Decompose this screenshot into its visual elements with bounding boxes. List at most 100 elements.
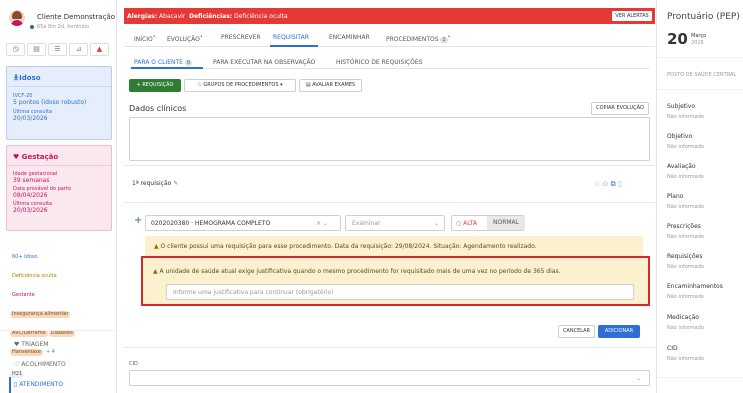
alergias-label: Alergias: <box>127 13 158 20</box>
gender-icon <box>30 25 34 29</box>
sec-medicacao-label: Medicação <box>667 314 699 321</box>
clock-icon[interactable]: ◷ <box>6 43 25 56</box>
tab-prescrever[interactable]: PRESCREVER <box>221 34 261 41</box>
dados-clinicos-title: Dados clínicos <box>129 104 187 113</box>
tag-h21: H21 <box>10 371 25 378</box>
idoso-title: Idoso <box>19 74 41 82</box>
tab-procedimentos[interactable]: PROCEDIMENTOS 1 • <box>386 34 451 44</box>
left-panel: Cliente Demonstração 65a 8m 2d, feminino… <box>0 0 117 393</box>
heart-icon: ♥ <box>13 153 22 161</box>
tags-more[interactable]: + 4 <box>44 349 57 356</box>
copiar-evolucao-button[interactable]: COPIAR EVOLUÇÃO <box>591 102 649 115</box>
clear-icon[interactable]: × ⌄ <box>316 220 328 227</box>
sec-encaminhamentos-value: Não informado <box>667 294 704 300</box>
sec-cid-value: Não informado <box>667 356 704 362</box>
tag-gestante: Gestante <box>12 292 35 298</box>
cliente-count-badge: 0 <box>184 60 193 66</box>
sec-subjetivo-label: Subjetivo <box>667 103 696 110</box>
idoso-card: 🯅Idoso IVCF-20 5 pontos (idoso robusto) … <box>6 66 112 140</box>
date-day: 20 <box>667 30 688 48</box>
tab-inicio[interactable]: INÍCIO• <box>134 34 156 43</box>
avaliar-exames-button[interactable]: ▤ AVALIAR EXAMES <box>299 79 362 92</box>
sec-encaminhamentos-label: Encaminhamentos <box>667 283 723 290</box>
posto-name: POSTO DE SAÚDE CENTRAL <box>667 72 737 78</box>
chart-icon[interactable]: ⊿ <box>69 43 88 56</box>
document-icon[interactable]: ▤ <box>27 43 46 56</box>
sec-subjetivo-value: Não informado <box>667 114 704 120</box>
sec-plano-label: Plano <box>667 193 684 200</box>
trash-icon[interactable]: ▯ <box>618 180 622 188</box>
deficiencias-label: Deficiências: <box>189 13 233 20</box>
cancelar-button[interactable]: CANCELAR <box>558 325 595 338</box>
justificativa-input[interactable]: Informe uma justificativa para continuar… <box>166 284 634 300</box>
req-title: 1ª requisição ✎ <box>132 180 179 187</box>
main-tabs: INÍCIO• EVOLUÇÃO• PRESCREVER REQUISITAR … <box>124 28 655 47</box>
alert-text: Alergias: Abacavir Deficiências: Deficiê… <box>127 13 288 20</box>
gestacao-card: ♥ Gestação Idade gestacional 39 semanas … <box>6 145 112 231</box>
tag-avc: AVC/Derrame <box>10 330 48 337</box>
priority-toggle: ○ ALTA NORMAL <box>451 215 525 231</box>
add-procedure-icon[interactable]: + <box>134 216 142 226</box>
tab-requisitar[interactable]: REQUISITAR <box>273 34 309 41</box>
tag-idoso: 60+ Idoso <box>12 254 38 260</box>
proc-count-badge: 1 <box>440 37 448 43</box>
tab-para-o-cliente[interactable]: PARA O CLIENTE 0 <box>134 59 193 67</box>
nav-atendimento[interactable]: ▯ ATENDIMENTO <box>14 381 63 388</box>
list-icon[interactable]: ☰ <box>48 43 67 56</box>
examinar-select[interactable]: Examinar ⌄ <box>345 215 445 231</box>
sec-requisicoes-label: Requisições <box>667 253 703 260</box>
tag-hanseniase: Hanseníase <box>10 349 43 356</box>
adicionar-button[interactable]: ADICIONAR <box>598 325 640 338</box>
nav-acolhimento[interactable]: ♡ ACOLHIMENTO <box>14 361 66 368</box>
gestacao-title: Gestação <box>21 153 59 161</box>
dados-clinicos-textarea[interactable] <box>129 117 650 161</box>
patient-toolbar: ◷ ▤ ☰ ⊿ ▲ <box>6 43 112 57</box>
sec-objetivo-value: Não informado <box>667 144 704 150</box>
tab-evolucao[interactable]: EVOLUÇÃO• <box>167 34 203 43</box>
edit-icon[interactable]: ✎ <box>173 180 178 187</box>
date-year: 2026 <box>691 40 704 46</box>
date-month: Março <box>691 33 707 39</box>
ig-value: 39 semanas <box>13 177 50 184</box>
alta-option[interactable]: ○ ALTA <box>456 220 477 227</box>
procedure-select[interactable]: 0202020380 · HEMOGRAMA COMPLETO × ⌄ <box>145 215 341 231</box>
tab-historico[interactable]: HISTÓRICO DE REQUISIÇÕES <box>336 59 423 66</box>
grupos-procedimentos-button[interactable]: ☆ GRUPOS DE PROCEDIMENTOS ▾ <box>184 79 296 92</box>
examinar-placeholder: Examinar <box>352 220 381 227</box>
sec-requisicoes-value: Não informado <box>667 264 704 270</box>
procedure-value: 0202020380 · HEMOGRAMA COMPLETO <box>151 220 271 227</box>
tag-diabetes: Diabetes <box>48 330 75 337</box>
deficiencias-value: Deficiência oculta <box>234 13 288 20</box>
tab-para-executar[interactable]: PARA EXECUTAR NA OBSERVAÇÃO <box>213 59 315 66</box>
copy-icon[interactable]: ⊙ <box>603 180 609 188</box>
alert-icon[interactable]: ▲ <box>90 43 109 56</box>
sec-plano-value: Não informado <box>667 204 704 210</box>
idoso-title-row: 🯅Idoso <box>13 74 41 82</box>
chevron-down-icon: ⌄ <box>434 220 440 227</box>
idoso-last-value: 20/03/2026 <box>13 115 48 122</box>
add-requisicao-button[interactable]: + REQUISIÇÃO <box>129 79 181 92</box>
share-icon[interactable]: ⧉ <box>611 180 616 188</box>
alert-bar: Alergias: Abacavir Deficiências: Deficiê… <box>124 8 655 24</box>
sec-avaliacao-label: Avaliação <box>667 163 696 170</box>
avatar <box>9 10 25 26</box>
tab-encaminhar[interactable]: ENCAMINHAR <box>329 34 370 41</box>
sec-medicacao-value: Não informado <box>667 325 704 331</box>
ver-alertas-button[interactable]: VER ALERTAS <box>612 11 652 21</box>
sec-objetivo-label: Objetivo <box>667 133 693 140</box>
nav-triagem[interactable]: ♥ TRIAGEM <box>14 341 49 348</box>
justification-box: ▲ A unidade de saúde atual exige justifi… <box>141 256 650 306</box>
patient-name: Cliente Demonstração <box>37 13 116 21</box>
gestacao-title-row: ♥ Gestação <box>13 153 58 161</box>
warning-2: ▲ A unidade de saúde atual exige justifi… <box>153 268 561 275</box>
cid-select[interactable]: ⌄ <box>129 370 650 386</box>
sec-cid-label: CID <box>667 345 678 352</box>
alergias-value: Abacavir <box>159 13 186 20</box>
star-icon[interactable]: ☆ <box>594 180 600 188</box>
tag-deficiencia: Deficiência oculta <box>12 273 57 279</box>
normal-option[interactable]: NORMAL <box>487 216 525 230</box>
gest-last-value: 20/03/2026 <box>13 207 48 214</box>
pep-title: Prontuário (PEP) <box>667 12 740 22</box>
cid-label: CID <box>129 361 138 367</box>
patient-info: 65a 8m 2d, feminino <box>37 24 90 30</box>
